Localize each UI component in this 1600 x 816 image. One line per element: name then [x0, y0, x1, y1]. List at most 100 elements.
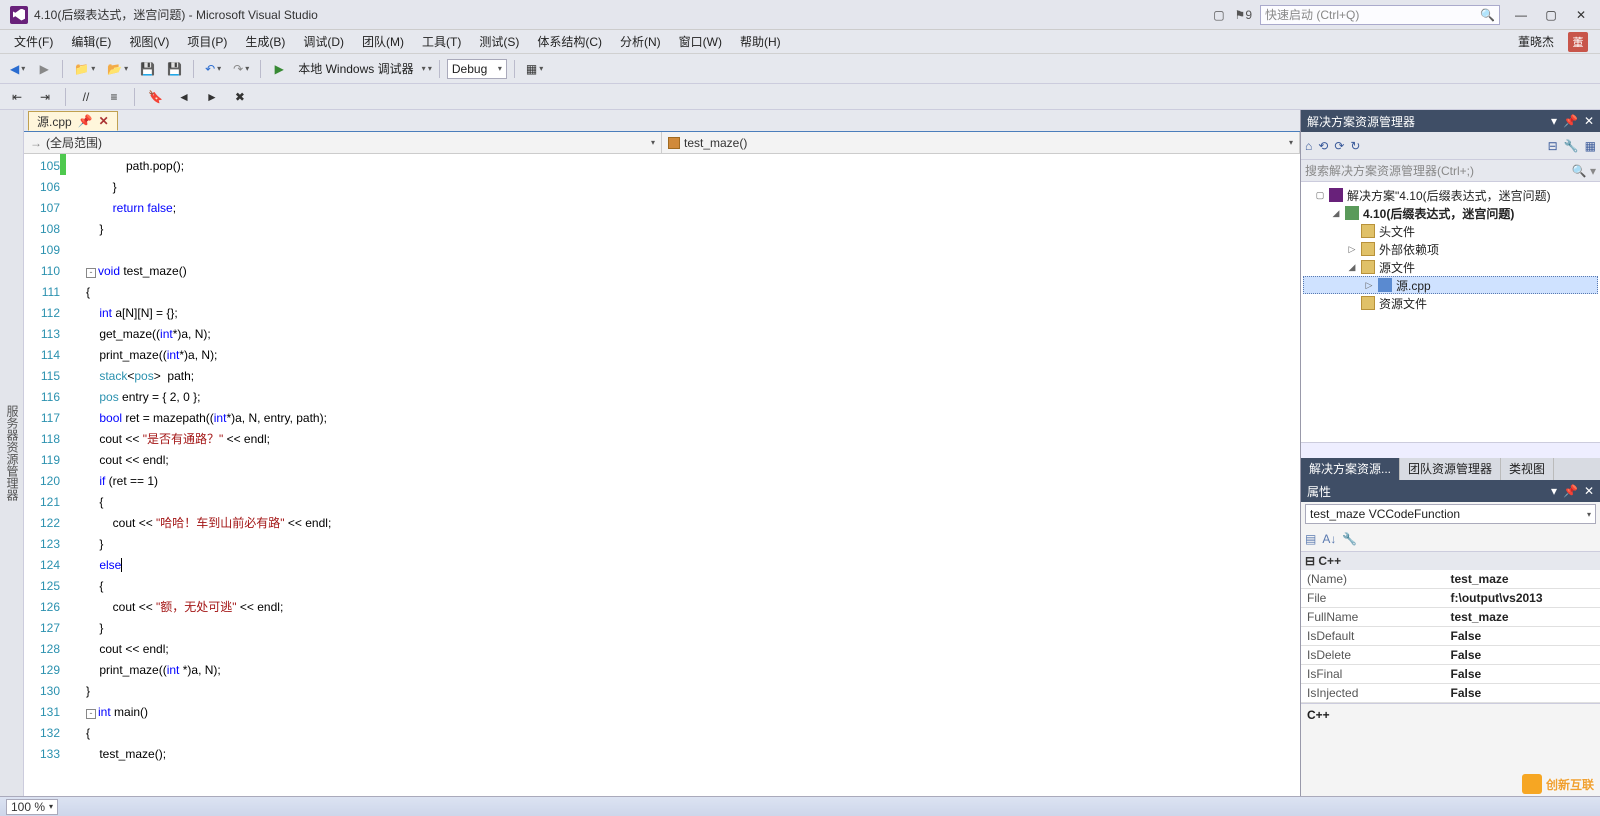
dropdown-icon[interactable]: ▾ [1551, 114, 1557, 128]
prev-bookmark-button[interactable]: ◄ [173, 86, 195, 108]
show-all-icon[interactable]: ▦ [1585, 139, 1596, 153]
feedback-icon[interactable]: ▢ [1213, 8, 1224, 22]
push-pin-icon[interactable]: 📌 [78, 114, 93, 128]
solution-explorer-toolbar: ⌂ ⟲ ⟳ ↻ ⊟ 🔧 ▦ [1301, 132, 1600, 160]
alphabetical-icon[interactable]: A↓ [1322, 532, 1336, 546]
properties-pane: test_maze VCCodeFunction ▤ A↓ 🔧 ⊟ C++(Na… [1301, 502, 1600, 796]
refresh-icon[interactable]: ↻ [1350, 139, 1360, 153]
dock-tab-server-explorer[interactable]: 服务器资源管理器 [4, 405, 21, 501]
solution-search-input[interactable]: 搜索解决方案资源管理器(Ctrl+;) 🔍 ▾ [1301, 160, 1600, 182]
menu-window[interactable]: 窗口(W) [671, 31, 730, 52]
redo-button[interactable]: ↷ [229, 58, 253, 80]
tab-team-explorer[interactable]: 团队资源管理器 [1400, 458, 1501, 480]
avatar[interactable]: 董 [1568, 32, 1588, 52]
dropdown-icon[interactable]: ▾ [1551, 484, 1557, 498]
file-tab-label: 源.cpp [37, 113, 72, 130]
solution-tree[interactable]: ▢解决方案"4.10(后缀表达式，迷宫问题) ◢4.10(后缀表达式，迷宫问题)… [1301, 182, 1600, 442]
menu-view[interactable]: 视图(V) [121, 31, 177, 52]
back-icon[interactable]: ⟲ [1318, 139, 1328, 153]
config-combo[interactable]: Debug [447, 59, 507, 79]
folder-icon [1361, 296, 1375, 310]
right-panel: 解决方案资源管理器 ▾📌✕ ⌂ ⟲ ⟳ ↻ ⊟ 🔧 ▦ 搜索解决方案资源管理器(… [1300, 110, 1600, 796]
close-tab-icon[interactable]: ✕ [99, 114, 109, 128]
member-combo[interactable]: test_maze() [662, 132, 1300, 153]
close-pane-icon[interactable]: ✕ [1584, 114, 1594, 128]
project-icon [1345, 206, 1359, 220]
start-debug-button[interactable]: ▶ [268, 58, 290, 80]
nav-back-button[interactable]: ◀ [6, 58, 29, 80]
scope-combo[interactable]: →(全局范围) [24, 132, 662, 153]
quick-launch-input[interactable]: 快速启动 (Ctrl+Q) 🔍 [1260, 5, 1500, 25]
categorized-icon[interactable]: ▤ [1305, 532, 1316, 546]
notif-count: 9 [1245, 8, 1252, 22]
debugger-drop-icon[interactable]: ▾ ▾ [422, 64, 432, 73]
properties-selector[interactable]: test_maze VCCodeFunction [1305, 504, 1596, 524]
menu-file[interactable]: 文件(F) [6, 31, 61, 52]
search-icon: 🔍 [1480, 8, 1495, 22]
cpp-file-icon [1378, 278, 1392, 292]
menu-bar: 文件(F) 编辑(E) 视图(V) 项目(P) 生成(B) 调试(D) 团队(M… [0, 30, 1600, 54]
status-bar: 100 % [0, 796, 1600, 816]
nav-fwd-button[interactable]: ▶ [33, 58, 55, 80]
method-icon [668, 137, 680, 149]
menu-project[interactable]: 项目(P) [179, 31, 235, 52]
close-pane-icon[interactable]: ✕ [1584, 484, 1594, 498]
indent-less-button[interactable]: ⇤ [6, 86, 28, 108]
menu-debug[interactable]: 调试(D) [295, 31, 352, 52]
quick-launch-placeholder: 快速启动 (Ctrl+Q) [1265, 6, 1359, 23]
maximize-button[interactable]: ▢ [1536, 3, 1566, 27]
solution-explorer-header: 解决方案资源管理器 ▾📌✕ [1301, 110, 1600, 132]
tab-class-view[interactable]: 类视图 [1501, 458, 1554, 480]
bookmark-button[interactable]: 🔖 [144, 86, 167, 108]
minimize-button[interactable]: — [1506, 3, 1536, 27]
menu-analyze[interactable]: 分析(N) [612, 31, 669, 52]
tree-h-scrollbar[interactable] [1301, 442, 1600, 458]
prop-pages-icon[interactable]: 🔧 [1342, 532, 1357, 546]
save-button[interactable]: 💾 [136, 58, 159, 80]
clear-bookmarks-button[interactable]: ✖ [229, 86, 251, 108]
undo-button[interactable]: ↶ [201, 58, 225, 80]
property-desc: C++ [1301, 703, 1600, 726]
save-all-button[interactable]: 💾 [163, 58, 186, 80]
code-editor[interactable]: 1051061071081091101111121131141151161171… [24, 154, 1300, 796]
right-pane-tabs: 解决方案资源... 团队资源管理器 类视图 [1301, 458, 1600, 480]
property-grid[interactable]: ⊟ C++(Name)test_mazeFilef:\output\vs2013… [1301, 552, 1600, 703]
close-button[interactable]: ✕ [1566, 3, 1596, 27]
menu-test[interactable]: 测试(S) [471, 31, 527, 52]
title-bar: 4.10(后缀表达式，迷宫问题) - Microsoft Visual Stud… [0, 0, 1600, 30]
left-dock: 服务器资源管理器 工具箱 [0, 110, 24, 796]
menu-tools[interactable]: 工具(T) [414, 31, 469, 52]
toolbox-button[interactable]: ▦ [522, 58, 547, 80]
comment-button[interactable]: // [75, 86, 97, 108]
menu-edit[interactable]: 编辑(E) [63, 31, 119, 52]
watermark: 创新互联 [1522, 774, 1594, 794]
menu-build[interactable]: 生成(B) [237, 31, 293, 52]
menu-team[interactable]: 团队(M) [354, 31, 412, 52]
indent-more-button[interactable]: ⇥ [34, 86, 56, 108]
home-icon[interactable]: ⌂ [1305, 139, 1312, 153]
collapse-icon[interactable]: ⊟ [1548, 139, 1558, 153]
line-numbers: 1051061071081091101111121131141151161171… [24, 154, 80, 796]
pin-icon[interactable]: 📌 [1563, 114, 1578, 128]
search-icon: 🔍 ▾ [1572, 164, 1596, 178]
file-tab[interactable]: 源.cpp 📌 ✕ [28, 111, 118, 131]
zoom-combo[interactable]: 100 % [6, 799, 58, 815]
pin-icon[interactable]: 📌 [1563, 484, 1578, 498]
menu-arch[interactable]: 体系结构(C) [529, 31, 610, 52]
next-bookmark-button[interactable]: ► [201, 86, 223, 108]
uncomment-button[interactable]: ≡ [103, 86, 125, 108]
tree-item-selected[interactable]: ▷源.cpp [1303, 276, 1598, 294]
new-project-button[interactable]: 📁 [70, 58, 99, 80]
debugger-label[interactable]: 本地 Windows 调试器 [294, 60, 417, 77]
menu-help[interactable]: 帮助(H) [732, 31, 789, 52]
folder-icon [1361, 260, 1375, 274]
main-area: 服务器资源管理器 工具箱 源.cpp 📌 ✕ →(全局范围) test_maze… [0, 110, 1600, 796]
properties-icon[interactable]: 🔧 [1564, 139, 1579, 153]
text-editor-toolbar: ⇤ ⇥ // ≡ 🔖 ◄ ► ✖ [0, 84, 1600, 110]
open-file-button[interactable]: 📂 [103, 58, 132, 80]
signed-in-user[interactable]: 董晓杰 [1510, 31, 1562, 52]
tab-solution-explorer[interactable]: 解决方案资源... [1301, 458, 1400, 480]
notifications-flag-icon[interactable]: ⚑9 [1235, 8, 1252, 22]
code-text[interactable]: path.pop(); } return false; }-void test_… [80, 154, 1300, 796]
sync-icon[interactable]: ⟳ [1334, 139, 1344, 153]
